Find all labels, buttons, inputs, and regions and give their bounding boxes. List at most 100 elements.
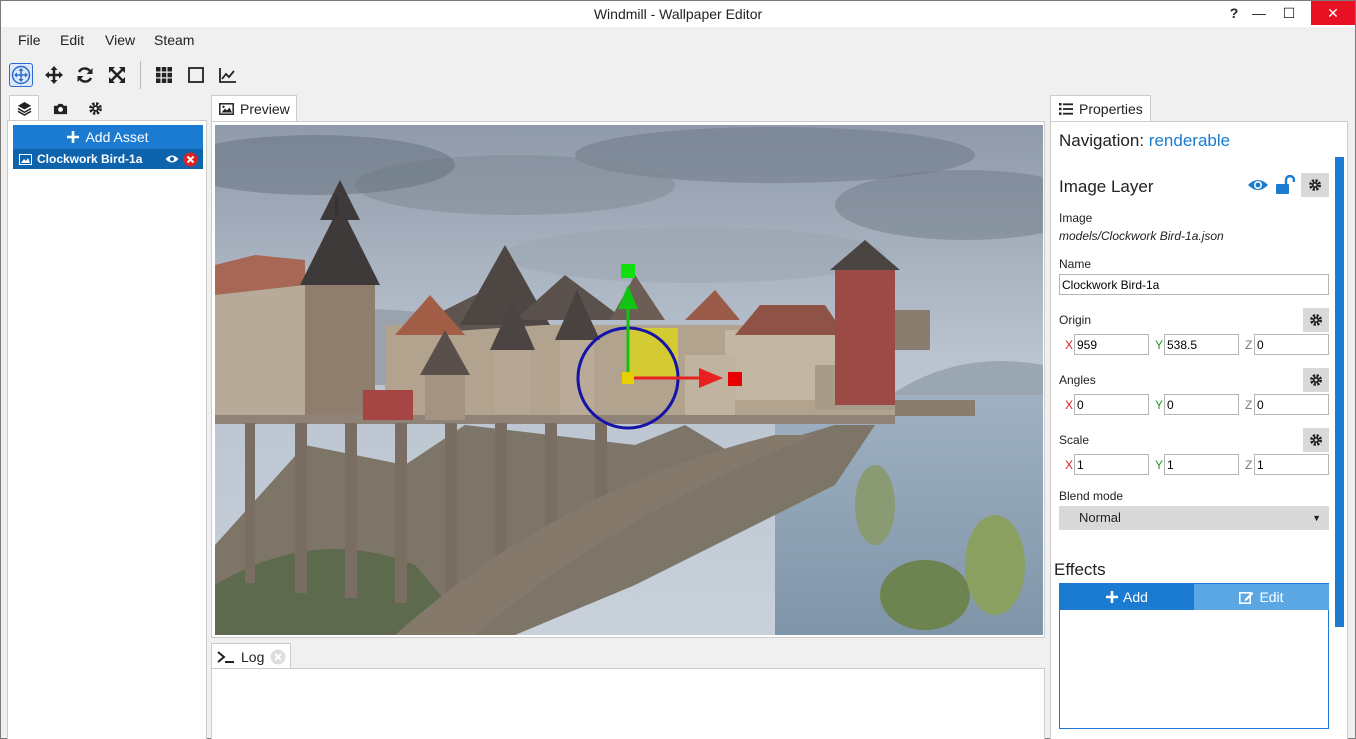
menu-bar: File Edit View Steam — [1, 29, 1355, 51]
left-panel: Add Asset Clockwork Bird-1a — [7, 95, 207, 739]
tab-layers[interactable] — [9, 95, 39, 121]
effects-edit-button[interactable]: Edit — [1194, 584, 1329, 610]
origin-z-label: Z — [1245, 338, 1253, 352]
menu-steam[interactable]: Steam — [154, 32, 194, 48]
scale-icon — [109, 67, 125, 83]
origin-x-input[interactable] — [1074, 334, 1149, 355]
layers-icon — [17, 101, 31, 116]
plus-icon — [1106, 591, 1119, 603]
gear-icon — [1309, 179, 1321, 191]
name-input[interactable] — [1059, 274, 1329, 295]
translate-icon — [45, 66, 63, 84]
tab-preview[interactable]: Preview — [211, 95, 297, 121]
translate-button[interactable] — [42, 63, 66, 87]
angles-label: Angles — [1059, 373, 1096, 387]
origin-z-input[interactable] — [1254, 334, 1329, 355]
chart-icon — [219, 68, 236, 83]
rotate-button[interactable] — [73, 63, 97, 87]
angles-x-input[interactable] — [1074, 394, 1149, 415]
effects-edit-label: Edit — [1259, 589, 1284, 605]
angles-y-label: Y — [1155, 398, 1164, 412]
eye-icon[interactable] — [165, 154, 179, 164]
asset-list-panel: Add Asset Clockwork Bird-1a — [7, 120, 207, 739]
remove-icon[interactable] — [183, 152, 198, 167]
tab-properties[interactable]: Properties — [1050, 95, 1151, 121]
scale-z-input[interactable] — [1254, 454, 1329, 475]
toolbar — [1, 59, 1355, 91]
square-icon — [188, 67, 204, 83]
edit-icon — [1239, 591, 1254, 604]
title-bar: Windmill - Wallpaper Editor ? — ☐ ✕ — [1, 1, 1355, 27]
maximize-button[interactable]: ☐ — [1274, 1, 1304, 25]
camera-icon — [53, 103, 67, 114]
preview-canvas[interactable] — [215, 125, 1043, 635]
menu-file[interactable]: File — [18, 32, 41, 48]
origin-y-input[interactable] — [1164, 334, 1239, 355]
grid-button[interactable] — [152, 63, 176, 87]
rotate-icon — [77, 67, 93, 83]
effects-add-label: Add — [1123, 589, 1148, 605]
close-tab-icon[interactable] — [270, 649, 286, 665]
effects-add-button[interactable]: Add — [1060, 584, 1194, 610]
angles-y-input[interactable] — [1164, 394, 1239, 415]
window-title: Windmill - Wallpaper Editor — [593, 6, 763, 22]
menu-edit[interactable]: Edit — [60, 32, 84, 48]
scene-illustration — [215, 125, 1043, 635]
navigation-label: Navigation: — [1059, 131, 1145, 150]
blend-mode-select[interactable]: Normal ▼ — [1059, 506, 1329, 530]
gear-icon — [1310, 374, 1322, 386]
picture-icon — [219, 102, 234, 115]
scale-x-label: X — [1065, 458, 1074, 472]
list-icon — [1059, 102, 1073, 115]
unlock-icon[interactable] — [1275, 175, 1295, 195]
effects-panel: Add Edit — [1059, 583, 1329, 729]
scale-button[interactable] — [105, 63, 129, 87]
toolbar-separator — [140, 61, 141, 89]
gear-icon — [1310, 314, 1322, 326]
image-icon — [19, 153, 32, 165]
blend-mode-value: Normal — [1079, 510, 1121, 525]
add-asset-label: Add Asset — [85, 129, 149, 145]
layer-title: Image Layer — [1059, 177, 1154, 196]
tab-camera[interactable] — [45, 95, 75, 121]
image-label: Image — [1059, 211, 1093, 225]
asset-item[interactable]: Clockwork Bird-1a — [13, 149, 203, 169]
scale-label: Scale — [1059, 433, 1090, 447]
properties-scrollbar[interactable] — [1335, 157, 1344, 627]
scale-y-label: Y — [1155, 458, 1164, 472]
plus-icon — [67, 131, 80, 143]
angles-settings-button[interactable] — [1303, 368, 1329, 392]
blend-mode-label: Blend mode — [1059, 489, 1124, 503]
name-label: Name — [1059, 257, 1092, 271]
preview-tab-label: Preview — [240, 100, 290, 117]
bounds-button[interactable] — [184, 63, 208, 87]
origin-y-label: Y — [1155, 338, 1164, 352]
scale-x-input[interactable] — [1074, 454, 1149, 475]
app-window: Windmill - Wallpaper Editor ? — ☐ ✕ File… — [0, 0, 1356, 739]
scale-y-input[interactable] — [1164, 454, 1239, 475]
navigation-link[interactable]: renderable — [1149, 131, 1230, 150]
move-gizmo-button[interactable] — [9, 63, 33, 87]
chart-button[interactable] — [216, 63, 240, 87]
menu-view[interactable]: View — [105, 32, 135, 48]
angles-z-input[interactable] — [1254, 394, 1329, 415]
scale-settings-button[interactable] — [1303, 428, 1329, 452]
gear-icon — [88, 101, 102, 115]
layer-settings-button[interactable] — [1301, 173, 1329, 197]
angles-x-label: X — [1065, 398, 1074, 412]
properties-tab-label: Properties — [1079, 100, 1143, 117]
origin-label: Origin — [1059, 313, 1092, 327]
image-path: models/Clockwork Bird-1a.json — [1059, 229, 1224, 243]
effects-title: Effects — [1054, 560, 1106, 579]
visibility-eye-icon[interactable] — [1247, 178, 1269, 192]
add-asset-button[interactable]: Add Asset — [13, 125, 203, 149]
close-button[interactable]: ✕ — [1311, 1, 1355, 25]
tab-log[interactable]: Log — [211, 643, 291, 669]
minimize-button[interactable]: — — [1244, 1, 1274, 25]
navigation-breadcrumb: Navigation: renderable — [1059, 131, 1230, 151]
layer-actions — [1247, 173, 1329, 197]
origin-x-label: X — [1065, 338, 1074, 352]
angles-z-label: Z — [1245, 398, 1253, 412]
tab-settings[interactable] — [80, 95, 110, 121]
origin-settings-button[interactable] — [1303, 308, 1329, 332]
